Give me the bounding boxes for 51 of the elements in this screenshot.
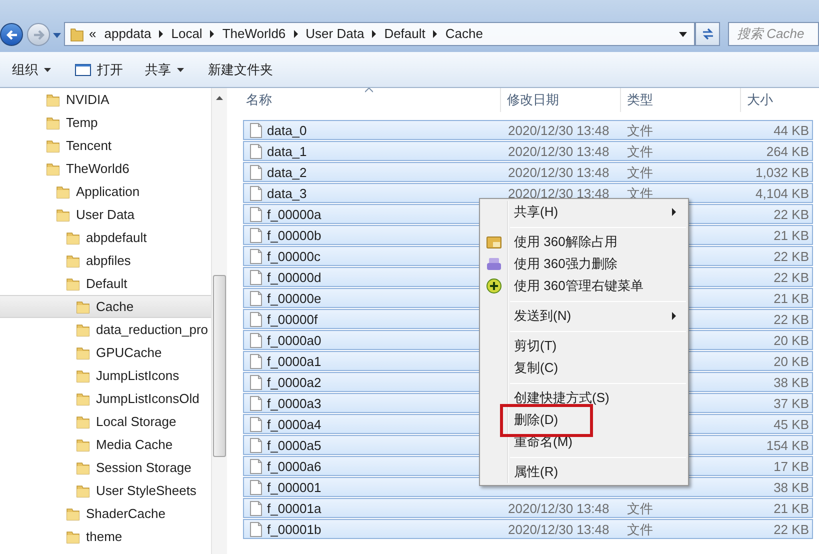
file-name: f_00000d xyxy=(267,269,322,287)
type-cell: 文件 xyxy=(627,144,653,159)
size-cell: 22 KB xyxy=(774,522,809,537)
file-name: f_0000a5 xyxy=(267,437,322,455)
file-name: f_00000a xyxy=(267,206,322,224)
file-name: f_0000a4 xyxy=(267,416,322,434)
type-cell: 文件 xyxy=(627,501,653,516)
size-cell: 38 KB xyxy=(774,480,809,495)
size-cell: 44 KB xyxy=(774,123,809,138)
file-name: f_000001 xyxy=(267,479,322,497)
file-name: data_3 xyxy=(267,185,307,203)
size-cell: 264 KB xyxy=(766,144,809,159)
file-name: f_00000f xyxy=(267,311,318,329)
file-name: data_2 xyxy=(267,164,307,182)
size-cell: 22 KB xyxy=(774,270,809,285)
file-name: f_0000a3 xyxy=(267,395,322,413)
file-name: f_00001a xyxy=(267,500,322,518)
size-cell: 37 KB xyxy=(774,396,809,411)
size-cell: 21 KB xyxy=(774,291,809,306)
type-cell: 文件 xyxy=(627,123,653,138)
date-cell: 2020/12/30 13:48 xyxy=(508,123,610,138)
file-name: f_00001b xyxy=(267,521,322,539)
file-name: f_00000c xyxy=(267,248,320,266)
size-cell: 22 KB xyxy=(774,207,809,222)
size-cell: 38 KB xyxy=(774,375,809,390)
file-name: data_0 xyxy=(267,122,307,140)
size-cell: 22 KB xyxy=(774,249,809,264)
type-cell: 文件 xyxy=(627,165,653,180)
date-cell: 2020/12/30 13:48 xyxy=(508,186,610,201)
size-cell: 21 KB xyxy=(774,501,809,516)
date-cell: 2020/12/30 13:48 xyxy=(508,144,610,159)
file-name: f_0000a6 xyxy=(267,458,322,476)
size-cell: 45 KB xyxy=(774,417,809,432)
size-cell: 22 KB xyxy=(774,312,809,327)
file-name: data_1 xyxy=(267,143,307,161)
date-cell: 2020/12/30 13:48 xyxy=(508,165,610,180)
size-cell: 154 KB xyxy=(766,438,809,453)
file-name: f_0000a1 xyxy=(267,353,322,371)
size-cell: 20 KB xyxy=(774,333,809,348)
file-name: f_0000a0 xyxy=(267,332,322,350)
file-name: f_0000a2 xyxy=(267,374,322,392)
type-cell: 文件 xyxy=(627,522,653,537)
date-cell: 2020/12/30 13:48 xyxy=(508,501,610,516)
size-cell: 4,104 KB xyxy=(756,186,809,201)
date-cell: 2020/12/30 13:48 xyxy=(508,522,610,537)
size-cell: 17 KB xyxy=(774,459,809,474)
file-name: f_00000e xyxy=(267,290,322,308)
size-cell: 20 KB xyxy=(774,354,809,369)
file-name: f_00000b xyxy=(267,227,322,245)
size-cell: 1,032 KB xyxy=(756,165,809,180)
size-cell: 21 KB xyxy=(774,228,809,243)
